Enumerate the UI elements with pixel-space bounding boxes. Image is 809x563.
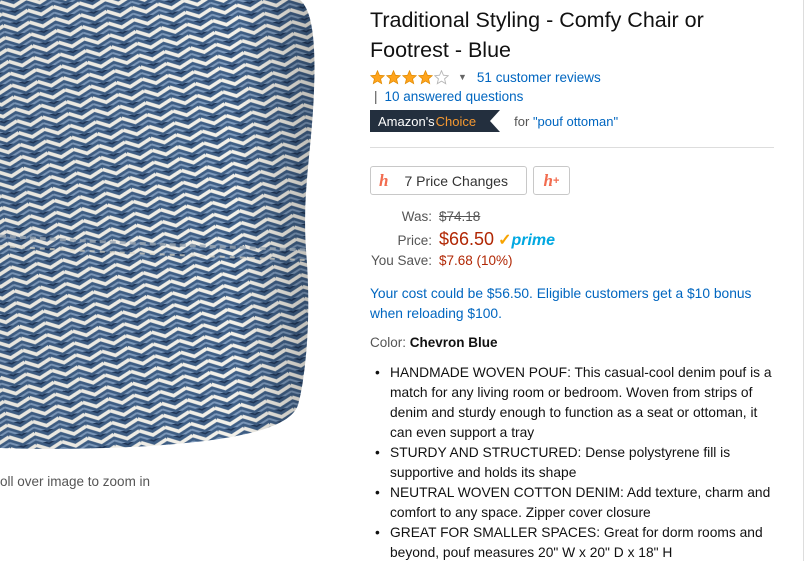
honey-plus-icon: h bbox=[543, 170, 554, 190]
price-table: Was: $74.18 Price: $66.50 ✓prime You Sav… bbox=[370, 209, 780, 275]
buy-box: Traditional Styling - Comfy Chair or Foo… bbox=[370, 0, 780, 563]
feature-bullet: HANDMADE WOVEN POUF: This casual-cool de… bbox=[375, 363, 780, 443]
badge-highlight: Choice bbox=[435, 113, 477, 129]
separator: | bbox=[374, 89, 378, 104]
customer-reviews-link[interactable]: 51 customer reviews bbox=[477, 70, 601, 85]
divider bbox=[370, 147, 774, 148]
color-row: Color: Chevron Blue bbox=[370, 335, 780, 350]
color-value: Chevron Blue bbox=[409, 335, 498, 350]
choice-for-text: for "pouf ottoman" bbox=[514, 114, 618, 129]
ratings-row: ▼ 51 customer reviews bbox=[370, 66, 780, 88]
qa-row: | 10 answered questions bbox=[370, 89, 780, 104]
choice-for-label: for bbox=[514, 113, 530, 129]
was-price-row: Was: $74.18 bbox=[370, 209, 780, 229]
prime-logo[interactable]: ✓prime bbox=[498, 230, 555, 250]
was-price: $74.18 bbox=[439, 209, 481, 224]
prime-check-icon: ✓ bbox=[498, 232, 512, 249]
prime-label: prime bbox=[511, 232, 556, 249]
you-save-row: You Save: $7.68 (10%) bbox=[370, 253, 780, 275]
honey-add-button[interactable]: h + bbox=[533, 166, 570, 195]
was-label: Was: bbox=[401, 209, 432, 224]
badge-prefix: Amazon's bbox=[378, 113, 435, 129]
amazons-choice-row: Amazon's Choice for "pouf ottoman" bbox=[370, 109, 780, 133]
zoom-hint: oll over image to zoom in bbox=[0, 474, 151, 489]
badge-tail bbox=[490, 110, 501, 132]
amazons-choice-badge[interactable]: Amazon's Choice bbox=[370, 110, 501, 132]
feature-bullet: NEUTRAL WOVEN COTTON DENIM: Add texture,… bbox=[375, 483, 780, 523]
price-changes-button[interactable]: h 7 Price Changes bbox=[370, 166, 527, 195]
reload-offer-link[interactable]: Your cost could be $56.50. Eligible cust… bbox=[370, 284, 780, 324]
star-full-icon bbox=[386, 69, 401, 84]
current-price-row: Price: $66.50 ✓prime bbox=[370, 229, 780, 253]
product-image[interactable] bbox=[0, 0, 318, 452]
star-full-icon bbox=[370, 69, 385, 84]
feature-bullet: STURDY AND STRUCTURED: Dense polystyrene… bbox=[375, 443, 780, 483]
star-empty-icon bbox=[434, 69, 449, 85]
page-edge-divider bbox=[803, 0, 804, 561]
star-rating[interactable] bbox=[370, 69, 450, 85]
honey-icon: h bbox=[379, 170, 389, 190]
price-label: Price: bbox=[397, 233, 432, 248]
answered-questions-link[interactable]: 10 answered questions bbox=[385, 89, 524, 104]
star-full-icon bbox=[402, 69, 417, 84]
choice-keyword-link[interactable]: "pouf ottoman" bbox=[533, 114, 618, 129]
product-title: Traditional Styling - Comfy Chair or Foo… bbox=[370, 8, 704, 62]
save-amount: $7.68 (10%) bbox=[439, 253, 513, 268]
pouf-image bbox=[0, 0, 315, 449]
feature-bullets: HANDMADE WOVEN POUF: This casual-cool de… bbox=[370, 363, 780, 563]
save-label: You Save: bbox=[370, 253, 432, 268]
star-full-icon bbox=[418, 69, 433, 84]
price-changes-label: 7 Price Changes bbox=[404, 172, 508, 189]
feature-bullet: GREAT FOR SMALLER SPACES: Great for dorm… bbox=[375, 523, 780, 563]
current-price: $66.50 bbox=[439, 229, 495, 249]
plus-icon: + bbox=[553, 174, 560, 187]
honey-row: h 7 Price Changes h + bbox=[370, 166, 780, 195]
color-label: Color: bbox=[370, 335, 407, 350]
chevron-down-icon[interactable]: ▼ bbox=[458, 72, 467, 82]
